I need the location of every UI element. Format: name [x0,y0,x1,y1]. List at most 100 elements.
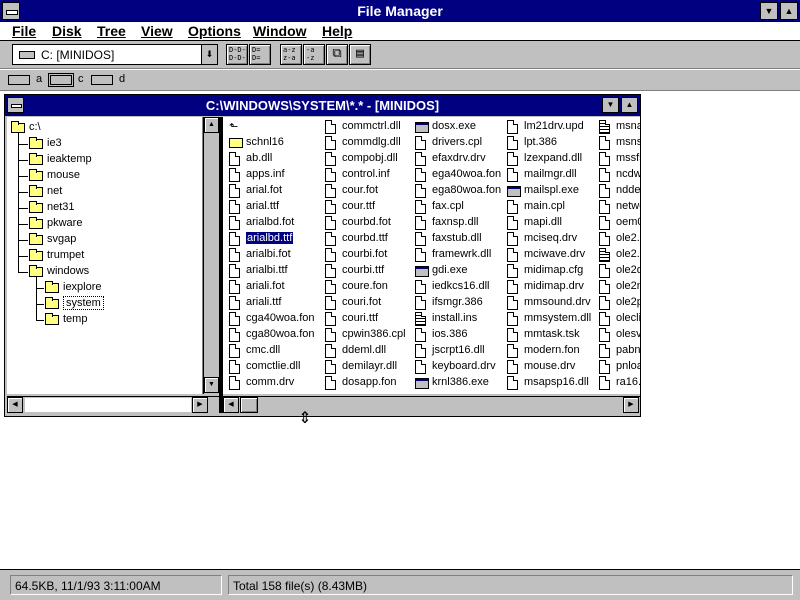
dropdown-arrow-icon[interactable]: ⬇ [201,45,217,64]
document-icon [599,344,610,358]
document-icon [415,168,426,182]
drive-bar: a c d [0,70,800,91]
tree-connector-line [18,144,28,145]
document-icon [325,120,336,134]
document-icon [599,360,610,374]
directory-window-title-bar[interactable]: C:\WINDOWS\SYSTEM\*.* - [MINIDOS] ▼ ▲ [5,95,640,116]
file-item-label: netwo [616,200,640,212]
menu-file[interactable]: File [12,23,36,39]
app-title-bar[interactable]: File Manager ▼ ▲ [0,0,800,22]
program-icon [415,266,429,277]
file-item-label: commdlg.dll [342,136,401,148]
document-icon [415,280,426,294]
file-item-label: courbi.ttf [342,264,385,276]
document-icon [325,328,336,342]
open-folder-icon [45,297,59,309]
folder-icon [29,201,43,213]
file-item-label: demilayr.dll [342,360,398,372]
folder-icon [45,313,59,325]
document-icon [599,184,610,198]
directory-window: C:\WINDOWS\SYSTEM\*.* - [MINIDOS] ▼ ▲ c:… [4,94,641,417]
menu-options[interactable]: Options [188,23,241,39]
file-item-label: cmc.dll [246,344,281,356]
drive-select[interactable]: C: [MINIDOS] ⬇ [12,44,218,65]
file-item-label: ra16.c [616,376,640,388]
document-icon [325,168,336,182]
document-icon [325,280,336,294]
scroll-left-button[interactable]: ◀ [223,397,239,413]
scroll-thumb[interactable] [240,397,258,413]
document-icon [325,184,336,198]
scroll-up-button[interactable]: ▲ [204,117,219,133]
document-icon [507,344,518,358]
view-name-only-button[interactable]: D-D- D-D- [226,44,248,65]
drive-a-label: a [36,73,43,85]
document-icon [507,360,518,374]
menu-tree[interactable]: Tree [97,23,126,39]
document-icon [507,376,518,390]
format-disk-button[interactable]: ▤ [349,44,371,65]
tree-vertical-scrollbar[interactable]: ▲ ▼ [203,117,219,394]
folder-icon [29,137,43,149]
sort-by-name-button[interactable]: a-z z-a [280,44,302,65]
file-item-label: coure.fon [342,280,388,292]
window-minimize-button[interactable]: ▼ [602,97,619,113]
file-item-label: nddea [616,184,640,196]
view-all-details-button[interactable]: D= D= [249,44,271,65]
tree-connector-line [36,320,44,321]
file-item-label: main.cpl [524,200,565,212]
file-item-label: midimap.drv [524,280,584,292]
file-item-label: olesv [616,328,640,340]
drive-select-value: C: [MINIDOS] [41,48,115,62]
files-horizontal-scrollbar[interactable]: ◀ ▶ [223,396,640,413]
file-item-label: commctrl.dll [342,120,401,132]
drive-c[interactable]: c [48,72,88,89]
file-item-label: comm.drv [246,376,295,388]
tree-item-label: temp [63,313,88,325]
document-icon [325,248,336,262]
window-maximize-button[interactable]: ▲ [621,97,638,113]
scroll-track[interactable] [25,398,191,412]
document-icon [599,200,610,214]
maximize-button[interactable]: ▲ [780,2,798,20]
scroll-right-button[interactable]: ▶ [192,397,208,413]
scroll-left-button[interactable]: ◀ [7,397,23,413]
sort-by-type-button[interactable]: -a -z [303,44,325,65]
document-icon [599,264,610,278]
folder-icon [29,153,43,165]
copy-disk-button[interactable]: ⧉ [326,44,348,65]
file-item-label: keyboard.drv [432,360,496,372]
menu-disk[interactable]: Disk [52,23,82,39]
tree-connector-line [18,224,28,225]
file-item-label: msns [616,136,640,148]
status-selection-info: 64.5KB, 11/1/93 3:11:00AM [10,575,222,595]
tree-item-label: iexplore [63,281,102,293]
scroll-down-button[interactable]: ▼ [204,377,219,393]
menu-view[interactable]: View [141,23,173,39]
menu-window[interactable]: Window [253,23,307,39]
drive-d[interactable]: d [89,72,129,89]
tree-connector-line [36,288,44,289]
document-icon [325,312,336,326]
scroll-right-button[interactable]: ▶ [623,397,639,413]
menu-bar: File Disk Tree View Options Window Help [0,22,800,41]
text-file-icon [599,120,610,134]
tree-connector-line [18,208,28,209]
document-icon [325,376,336,390]
document-icon [415,200,426,214]
menu-help[interactable]: Help [322,23,352,39]
tree-connector-line [36,277,37,320]
drive-a[interactable]: a [6,72,46,89]
document-icon [415,344,426,358]
document-icon [507,152,518,166]
file-item-label: ab.dll [246,152,273,164]
minimize-button[interactable]: ▼ [760,2,778,20]
text-file-icon [599,248,610,262]
document-icon [229,280,240,294]
document-icon [507,264,518,278]
tree-horizontal-scrollbar[interactable]: ◀ ▶ [7,396,219,413]
document-icon [415,296,426,310]
document-icon [599,136,610,150]
document-icon [507,200,518,214]
file-item-label: arialbi.ttf [246,264,288,276]
